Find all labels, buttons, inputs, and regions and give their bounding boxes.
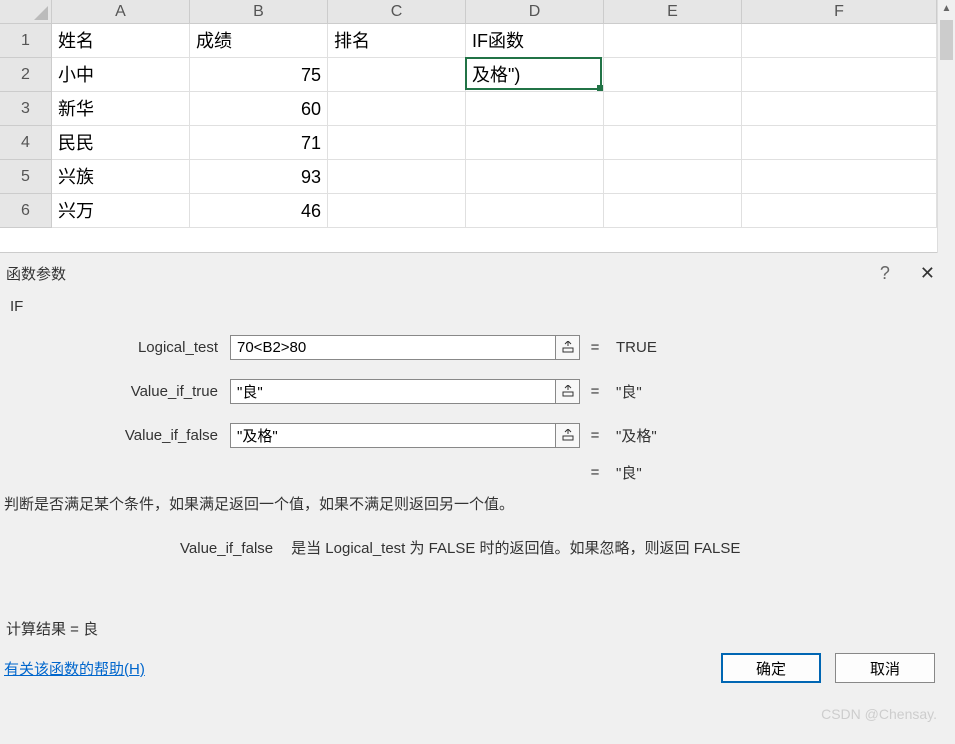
scroll-up-arrow[interactable]: ▲: [938, 0, 955, 18]
argument-description: Value_if_false是当 Logical_test 为 FALSE 时的…: [0, 531, 955, 568]
column-header[interactable]: A: [52, 0, 190, 24]
column-header[interactable]: B: [190, 0, 328, 24]
function-name: IF: [0, 290, 955, 325]
equals-sign: =: [580, 427, 610, 444]
argument-input[interactable]: [231, 336, 555, 359]
cell[interactable]: [604, 126, 742, 160]
close-icon[interactable]: ✕: [920, 263, 935, 284]
cell[interactable]: [328, 194, 466, 228]
cell[interactable]: [466, 92, 604, 126]
column-header[interactable]: D: [466, 0, 604, 24]
cell[interactable]: 75: [190, 58, 328, 92]
argument-row: Logical_test =TRUE: [60, 325, 955, 369]
argument-label: Logical_test: [60, 339, 230, 356]
cell[interactable]: [604, 24, 742, 58]
cell[interactable]: IF函数: [466, 24, 604, 58]
cell[interactable]: [742, 58, 937, 92]
ok-button[interactable]: 确定: [721, 653, 821, 683]
argument-label: Value_if_false: [60, 427, 230, 444]
collapse-dialog-icon[interactable]: [555, 380, 579, 403]
cell[interactable]: 60: [190, 92, 328, 126]
scroll-thumb[interactable]: [940, 20, 953, 60]
collapse-dialog-icon[interactable]: [555, 336, 579, 359]
spreadsheet: ABCDEF 123456 姓名成绩排名IF函数小中75 及格") 新华60民民71…: [0, 0, 955, 253]
function-help-link[interactable]: 有关该函数的帮助(H): [4, 658, 145, 679]
cell[interactable]: 小中: [52, 58, 190, 92]
cell[interactable]: [328, 92, 466, 126]
equals-sign: =: [580, 464, 610, 481]
cell[interactable]: 46: [190, 194, 328, 228]
cell[interactable]: [742, 24, 937, 58]
column-header[interactable]: C: [328, 0, 466, 24]
cell[interactable]: 93: [190, 160, 328, 194]
argument-result: "良": [610, 381, 642, 402]
function-description: 判断是否满足某个条件，如果满足返回一个值，如果不满足则返回另一个值。: [0, 487, 955, 531]
help-icon[interactable]: ?: [880, 263, 890, 284]
row-header[interactable]: 3: [0, 92, 52, 126]
collapse-dialog-icon[interactable]: [555, 424, 579, 447]
row-header[interactable]: 6: [0, 194, 52, 228]
cell[interactable]: 成绩: [190, 24, 328, 58]
cell[interactable]: [604, 58, 742, 92]
argument-label: Value_if_true: [60, 383, 230, 400]
dialog-title: 函数参数: [6, 263, 66, 284]
watermark: CSDN @Chensay.: [821, 706, 937, 722]
cell[interactable]: [604, 92, 742, 126]
calc-result-row: 计算结果 = 良: [0, 568, 955, 645]
argument-result: TRUE: [610, 339, 657, 356]
cell[interactable]: [328, 160, 466, 194]
cancel-button[interactable]: 取消: [835, 653, 935, 683]
cell[interactable]: [466, 160, 604, 194]
cell[interactable]: [604, 194, 742, 228]
argument-row: Value_if_false ="及格": [60, 413, 955, 457]
cell[interactable]: [742, 126, 937, 160]
equals-sign: =: [580, 383, 610, 400]
equals-sign: =: [580, 339, 610, 356]
cell[interactable]: [742, 194, 937, 228]
cell[interactable]: [328, 126, 466, 160]
cell[interactable]: 姓名: [52, 24, 190, 58]
column-header[interactable]: F: [742, 0, 937, 24]
cell[interactable]: [328, 58, 466, 92]
function-arguments-dialog: 函数参数 ? ✕ IF Logical_test=TRUEValue_if_tr…: [0, 253, 955, 744]
vertical-scrollbar[interactable]: ▲: [937, 0, 955, 253]
cell[interactable]: 新华: [52, 92, 190, 126]
cell[interactable]: 及格"): [466, 58, 604, 92]
row-header[interactable]: 4: [0, 126, 52, 160]
cell[interactable]: 兴万: [52, 194, 190, 228]
cell[interactable]: 兴族: [52, 160, 190, 194]
row-header[interactable]: 1: [0, 24, 52, 58]
cell[interactable]: [742, 160, 937, 194]
cell[interactable]: 民民: [52, 126, 190, 160]
cell[interactable]: 71: [190, 126, 328, 160]
cell[interactable]: [604, 160, 742, 194]
argument-input[interactable]: [231, 380, 555, 403]
row-header[interactable]: 2: [0, 58, 52, 92]
column-header[interactable]: E: [604, 0, 742, 24]
argument-row: Value_if_true ="良": [60, 369, 955, 413]
cell[interactable]: [742, 92, 937, 126]
cell[interactable]: [466, 126, 604, 160]
argument-result: "及格": [610, 425, 657, 446]
select-all-corner[interactable]: [0, 0, 52, 24]
cell[interactable]: 排名: [328, 24, 466, 58]
argument-input[interactable]: [231, 424, 555, 447]
row-header[interactable]: 5: [0, 160, 52, 194]
overall-result: "良": [610, 462, 642, 483]
cell[interactable]: [466, 194, 604, 228]
